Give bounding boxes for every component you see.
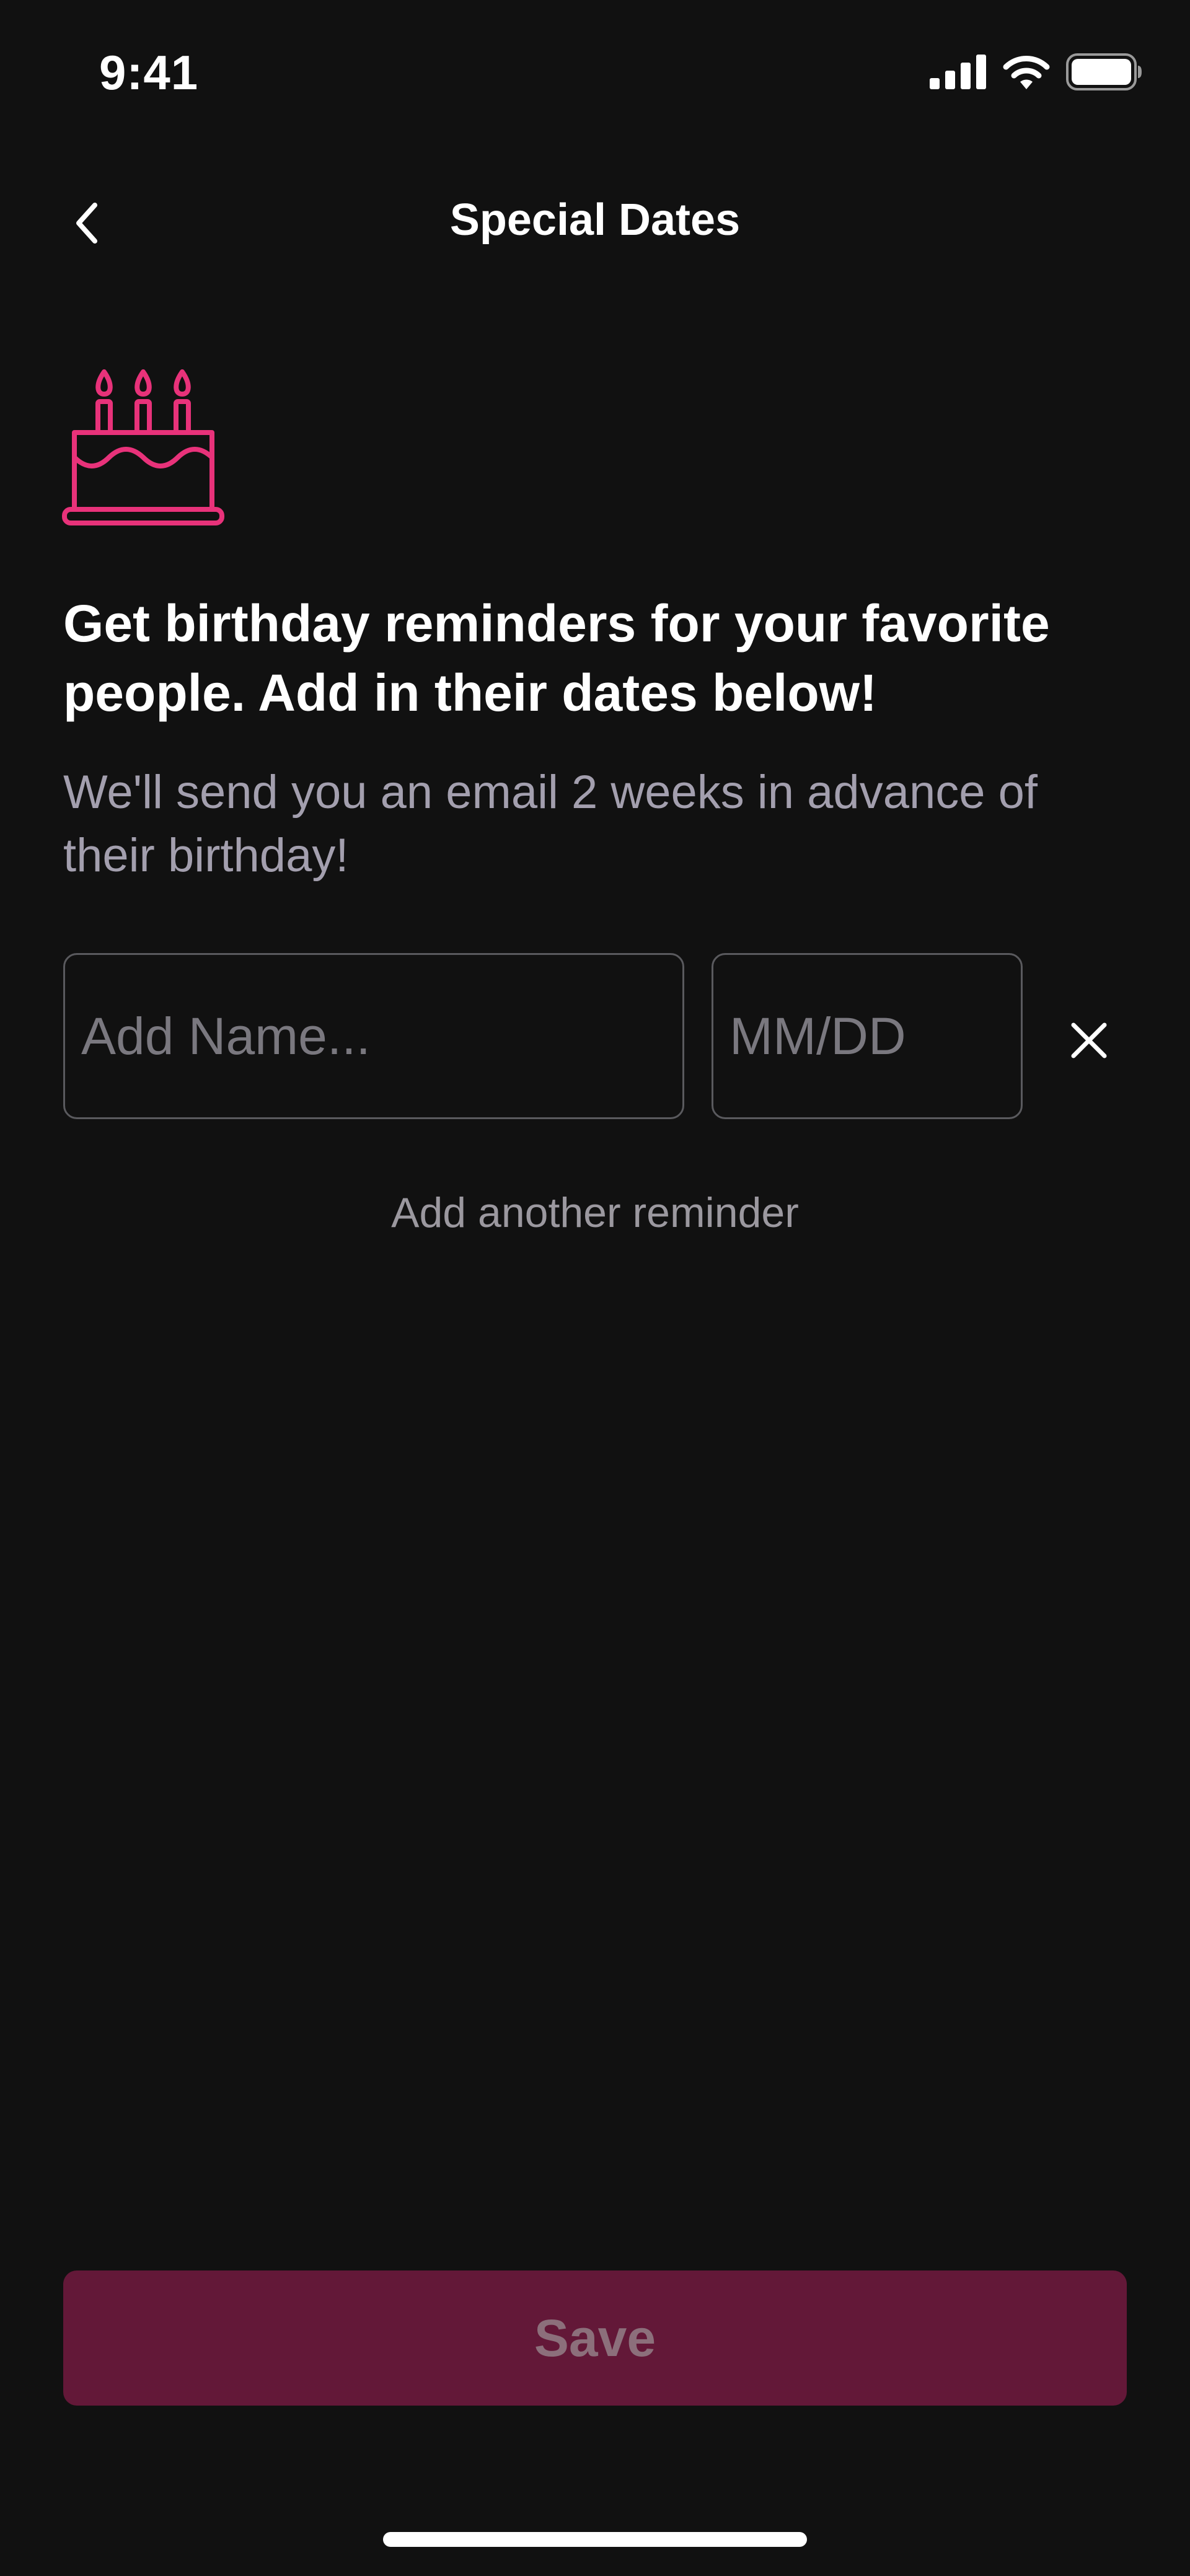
battery-icon xyxy=(1066,53,1142,90)
signal-icon xyxy=(930,55,986,89)
reminder-row xyxy=(63,953,1142,1122)
name-input[interactable] xyxy=(63,953,684,1119)
subtext: We'll send you an email 2 weeks in advan… xyxy=(63,766,1038,882)
home-indicator xyxy=(383,2532,807,2547)
wifi-icon xyxy=(1003,56,1050,89)
headline: Get birthday reminders for your favorite… xyxy=(63,594,1050,722)
status-time: 9:41 xyxy=(99,45,199,100)
birthday-cake-icon xyxy=(62,366,224,528)
remove-reminder-button[interactable] xyxy=(1042,994,1135,1087)
add-another-reminder-link[interactable]: Add another reminder xyxy=(0,1189,1190,1237)
page-title: Special Dates xyxy=(449,195,741,245)
save-button[interactable]: Save xyxy=(63,2270,1127,2406)
nav-bar: Special Dates xyxy=(0,180,1190,266)
close-icon xyxy=(1071,1022,1107,1058)
status-icons xyxy=(930,53,1143,90)
status-bar: 9:41 xyxy=(0,0,1190,143)
date-input[interactable] xyxy=(712,953,1023,1119)
